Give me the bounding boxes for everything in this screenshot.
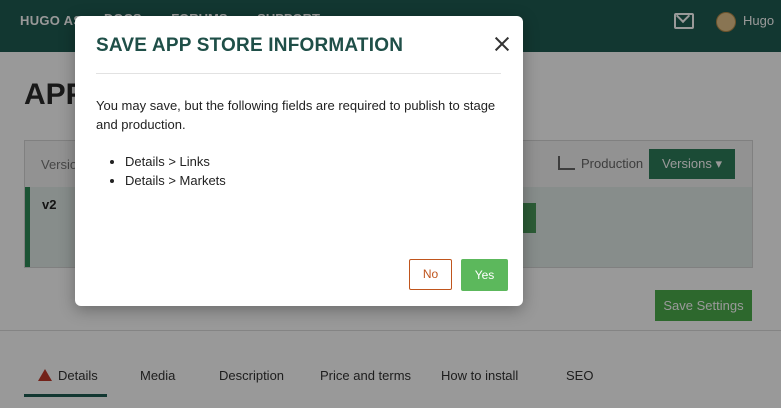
required-fields-list: Details > Links Details > Markets [96,152,226,190]
list-item: Details > Markets [125,171,226,190]
dialog-title: SAVE APP STORE INFORMATION [96,35,404,56]
no-button[interactable]: No [409,259,452,290]
dialog-message: You may save, but the following fields a… [96,98,496,132]
dialog-divider [96,73,501,74]
list-item: Details > Links [125,152,226,171]
yes-button[interactable]: Yes [461,259,508,291]
save-info-dialog: SAVE APP STORE INFORMATION You may save,… [75,16,523,306]
close-icon[interactable] [493,35,511,53]
